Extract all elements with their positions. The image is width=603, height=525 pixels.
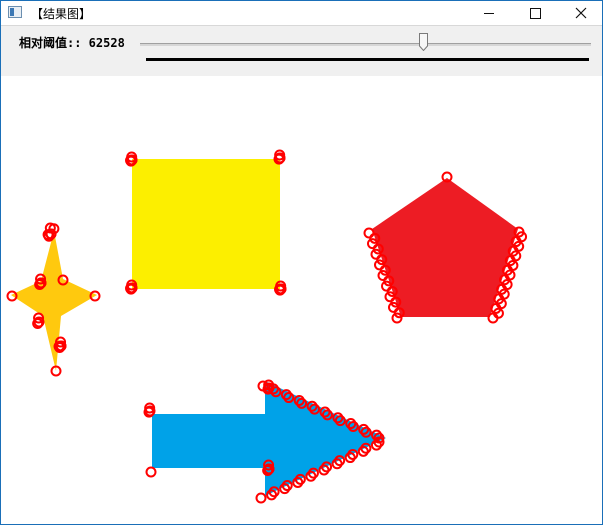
minimize-icon <box>484 12 494 14</box>
close-icon <box>575 7 587 19</box>
shapes-svg <box>6 149 528 504</box>
threshold-slider-thumb[interactable] <box>419 33 428 51</box>
corner-marker <box>255 492 267 504</box>
minimize-button[interactable] <box>466 1 512 25</box>
close-button[interactable] <box>558 1 602 25</box>
maximize-button[interactable] <box>512 1 558 25</box>
window-title: 【结果图】 <box>31 7 92 21</box>
result-image-canvas <box>1 76 602 524</box>
app-window-icon <box>8 6 22 18</box>
corner-marker <box>363 227 375 239</box>
maximize-icon <box>529 7 541 19</box>
result-window: 【结果图】 相对阈值:: 62528 <box>0 0 603 525</box>
threshold-slider-track[interactable] <box>140 43 591 46</box>
title-bar[interactable]: 【结果图】 <box>1 1 602 25</box>
corner-marker <box>145 466 157 478</box>
threshold-label: 相对阈值:: 62528 <box>19 36 125 50</box>
trackbar-panel: 相对阈值:: 62528 <box>1 25 602 77</box>
threshold-underline <box>146 58 589 61</box>
blue-arrow <box>152 381 386 496</box>
gold-star <box>11 231 97 371</box>
yellow-square <box>132 159 280 289</box>
